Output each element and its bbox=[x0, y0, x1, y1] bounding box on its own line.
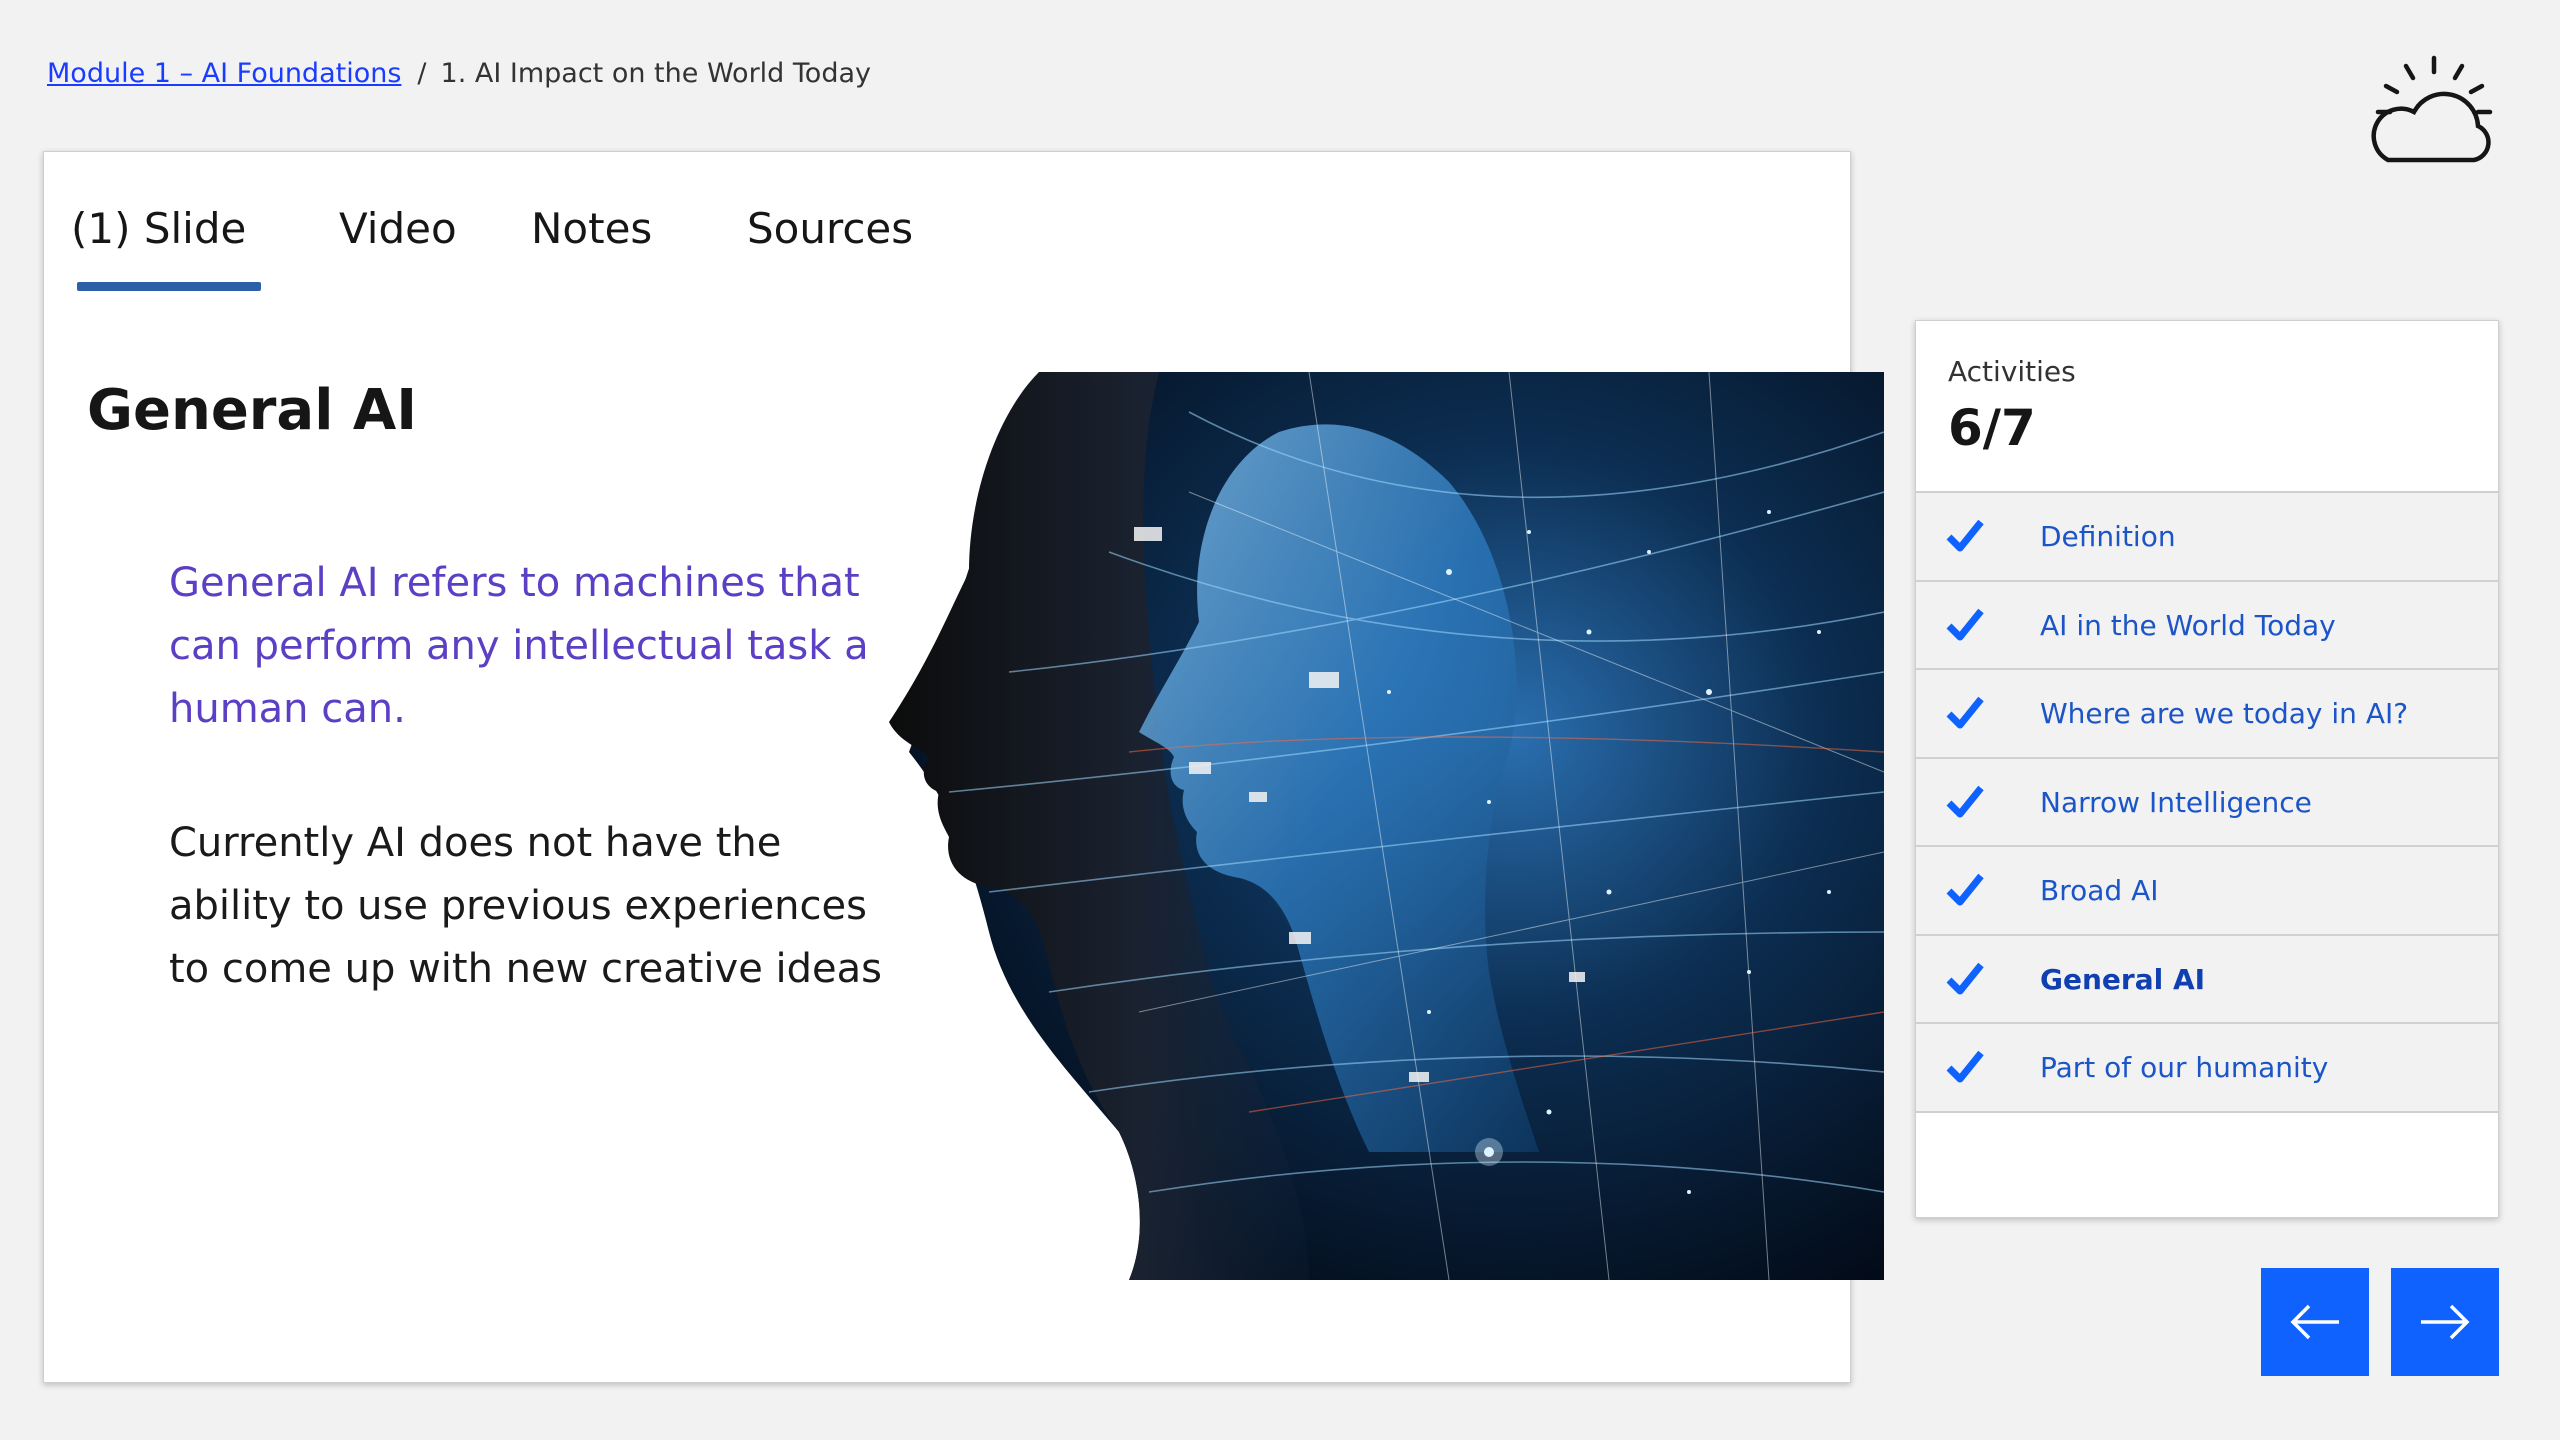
slide-title: General AI bbox=[87, 378, 418, 443]
activities-list: Definition AI in the World Today Where a… bbox=[1916, 493, 2498, 1113]
checkmark-icon bbox=[1946, 696, 1984, 729]
checkmark-icon bbox=[1946, 608, 1984, 640]
arrow-right-icon bbox=[2421, 1304, 2470, 1340]
breadcrumb-current: 1. AI Impact on the World Today bbox=[440, 58, 871, 89]
activity-item-definition[interactable]: Definition bbox=[1916, 493, 2498, 582]
tab-sources[interactable]: Sources bbox=[747, 204, 913, 253]
breadcrumb-module-link[interactable]: Module 1 – AI Foundations bbox=[47, 58, 401, 89]
activities-progress-count: 6/7 bbox=[1948, 399, 2036, 457]
arrow-left-icon bbox=[2290, 1304, 2339, 1340]
activity-item-label: Broad AI bbox=[2040, 874, 2159, 907]
active-tab-indicator bbox=[77, 282, 261, 291]
activity-item-label: Narrow Intelligence bbox=[2040, 785, 2312, 819]
tab-video[interactable]: Video bbox=[339, 204, 457, 253]
next-button[interactable] bbox=[2391, 1268, 2499, 1376]
activity-item-ai-in-the-world-today[interactable]: AI in the World Today bbox=[1916, 581, 2498, 670]
slide-card: (1) Slide Video Notes Sources General AI… bbox=[43, 151, 1885, 1383]
activities-panel: Activities 6/7 Definition AI in the Worl… bbox=[1915, 320, 2499, 1218]
slide-definition-text: General AI refers to machines that can p… bbox=[169, 560, 869, 732]
tab-notes[interactable]: Notes bbox=[531, 204, 652, 253]
activity-item-label: Definition bbox=[2040, 520, 2176, 553]
activities-header: Activities 6/7 bbox=[1916, 321, 2498, 493]
content-tabs: (1) Slide Video Notes Sources bbox=[44, 204, 1044, 284]
activity-item-label: Where are we today in AI? bbox=[2040, 697, 2409, 730]
activity-item-narrow-intelligence[interactable]: Narrow Intelligence bbox=[1916, 758, 2498, 847]
checkmark-icon bbox=[1946, 519, 1984, 552]
activity-item-broad-ai[interactable]: Broad AI bbox=[1916, 847, 2498, 936]
checkmark-icon bbox=[1946, 873, 1984, 906]
checkmark-icon bbox=[1946, 1050, 1984, 1083]
activity-item-part-of-our-humanity[interactable]: Part of our humanity bbox=[1916, 1024, 2498, 1113]
checkmark-icon bbox=[1946, 962, 1984, 994]
activity-item-where-are-we-today[interactable]: Where are we today in AI? bbox=[1916, 670, 2498, 759]
ai-human-profile-network-image bbox=[889, 371, 1885, 1281]
tab-slide[interactable]: (1) Slide bbox=[71, 204, 246, 253]
slide-body-text: Currently AI does not have the ability t… bbox=[169, 820, 882, 992]
sun-cloud-icon bbox=[2366, 50, 2496, 170]
checkmark-icon bbox=[1946, 785, 1984, 817]
breadcrumb: Module 1 – AI Foundations / 1. AI Impact… bbox=[47, 58, 871, 89]
breadcrumb-separator: / bbox=[417, 58, 427, 89]
activity-item-label: Part of our humanity bbox=[2040, 1051, 2329, 1084]
activities-label: Activities bbox=[1948, 355, 2076, 388]
previous-button[interactable] bbox=[2261, 1268, 2369, 1376]
activity-item-label: General AI bbox=[2040, 962, 2206, 996]
activity-item-general-ai[interactable]: General AI bbox=[1916, 935, 2498, 1024]
activity-item-label: AI in the World Today bbox=[2040, 608, 2336, 642]
